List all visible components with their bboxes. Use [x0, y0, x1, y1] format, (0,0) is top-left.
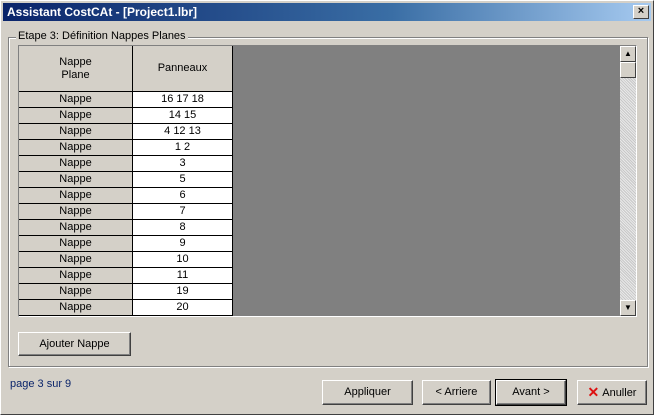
step-label: Etape 3: Définition Nappes Planes — [16, 30, 188, 42]
row-label[interactable]: Nappe — [19, 156, 133, 172]
scroll-thumb[interactable] — [620, 62, 636, 78]
panels-cell[interactable]: 1 2 — [133, 140, 233, 156]
row-label[interactable]: Nappe — [19, 284, 133, 300]
title-bar: Assistant CostCAt - [Project1.lbr] × — [3, 3, 651, 21]
cancel-button[interactable]: ✕ Anuller — [577, 380, 647, 405]
row-label[interactable]: Nappe — [19, 188, 133, 204]
close-button[interactable]: × — [633, 5, 649, 19]
nappes-grid: Nappe Plane Panneaux Nappe 16 17 18 Nappe 1… — [18, 45, 637, 317]
column-header-panneaux: Panneaux — [133, 46, 233, 92]
header-nappe: Nappe — [59, 55, 92, 68]
apply-button[interactable]: Appliquer — [322, 380, 413, 405]
header-plane: Plane — [61, 68, 90, 81]
row-label[interactable]: Nappe — [19, 108, 133, 124]
window-title: Assistant CostCAt - [Project1.lbr] — [7, 5, 198, 19]
panels-cell[interactable]: 7 — [133, 204, 233, 220]
row-label[interactable]: Nappe — [19, 124, 133, 140]
row-label[interactable]: Nappe — [19, 268, 133, 284]
down-arrow-icon[interactable]: ▼ — [620, 300, 636, 316]
row-label[interactable]: Nappe — [19, 252, 133, 268]
panels-cell[interactable]: 3 — [133, 156, 233, 172]
panels-cell[interactable]: 8 — [133, 220, 233, 236]
row-label[interactable]: Nappe — [19, 300, 133, 316]
vertical-scrollbar[interactable]: ▲ ▼ — [620, 46, 636, 316]
next-button[interactable]: Avant > — [495, 379, 567, 406]
panels-cell[interactable]: 5 — [133, 172, 233, 188]
panels-cell[interactable]: 16 17 18 — [133, 92, 233, 108]
back-button[interactable]: < Arriere — [422, 380, 491, 405]
panels-cell[interactable]: 19 — [133, 284, 233, 300]
row-label[interactable]: Nappe — [19, 92, 133, 108]
panels-cell[interactable]: 10 — [133, 252, 233, 268]
row-label[interactable]: Nappe — [19, 220, 133, 236]
panels-cell[interactable]: 20 — [133, 300, 233, 316]
page-indicator: page 3 sur 9 — [10, 378, 72, 390]
panels-cell[interactable]: 6 — [133, 188, 233, 204]
panels-cell[interactable]: 4 12 13 — [133, 124, 233, 140]
up-arrow-icon[interactable]: ▲ — [620, 46, 636, 62]
row-label[interactable]: Nappe — [19, 172, 133, 188]
row-label[interactable]: Nappe — [19, 204, 133, 220]
panels-cell[interactable]: 14 15 — [133, 108, 233, 124]
panels-cell[interactable]: 11 — [133, 268, 233, 284]
row-label[interactable]: Nappe — [19, 140, 133, 156]
row-label[interactable]: Nappe — [19, 236, 133, 252]
x-icon: ✕ — [587, 384, 600, 400]
add-nappe-button[interactable]: Ajouter Nappe — [18, 332, 131, 356]
column-header-nappe-plane: Nappe Plane — [19, 46, 133, 92]
panels-cell[interactable]: 9 — [133, 236, 233, 252]
cancel-label: Anuller — [602, 387, 637, 399]
